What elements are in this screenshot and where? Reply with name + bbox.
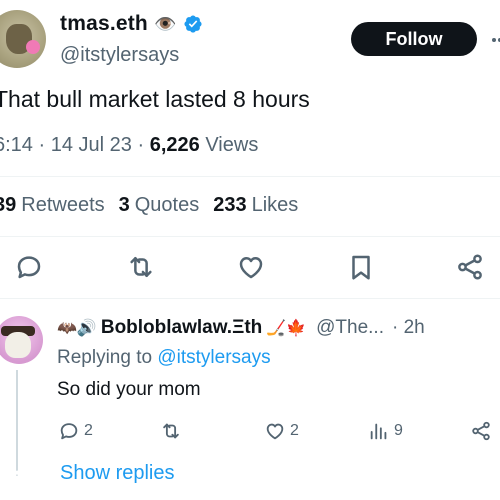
retweet-icon xyxy=(130,257,152,277)
meta-separator: · xyxy=(137,134,145,156)
views-count: 6,226 xyxy=(149,134,200,156)
reply-name-row[interactable]: 🦇🔊 Bobloblawlaw.Ξth 🏒🍁 @The... · 2h xyxy=(57,317,425,339)
quotes-label: Quotes xyxy=(134,194,200,216)
tweet-date[interactable]: 14 Jul 23 xyxy=(51,134,132,156)
retweets-label: Retweets xyxy=(21,194,105,216)
reply-views-button[interactable]: 9 xyxy=(368,420,403,442)
reply-action-bar: 2 2 9 xyxy=(0,418,500,446)
reply-time[interactable]: · 2h xyxy=(392,317,425,339)
likes-count: 233 xyxy=(213,194,247,216)
like-icon xyxy=(266,423,284,440)
replying-to-prefix: Replying to xyxy=(57,347,153,368)
bookmark-button[interactable] xyxy=(346,252,376,282)
reply-icon xyxy=(60,423,78,440)
tweet-meta: 6:14 · 14 Jul 23 · 6,226 Views xyxy=(0,134,258,157)
replying-to-handle[interactable]: @itstylersays xyxy=(157,347,270,368)
reply-tweet[interactable]: · · · 🦇🔊 Bobloblawlaw.Ξth 🏒🍁 @The... · 2h … xyxy=(0,300,500,500)
retweet-icon xyxy=(163,423,179,439)
share-button[interactable] xyxy=(455,252,485,282)
follow-button[interactable]: Follow xyxy=(351,22,477,56)
tweet-stats: 39Retweets 3Quotes 233Likes xyxy=(0,194,298,217)
share-icon xyxy=(458,254,482,280)
bat-speaker-emoji: 🦇🔊 xyxy=(57,320,97,337)
reply-icon xyxy=(17,256,41,279)
views-label: Views xyxy=(205,134,259,156)
tweet-time[interactable]: 6:14 xyxy=(0,134,33,156)
author-name-row[interactable]: tmas.eth 👁️ xyxy=(60,12,203,36)
reply-view-count: 9 xyxy=(394,422,403,439)
reply-retweet-button[interactable] xyxy=(160,420,182,442)
divider xyxy=(0,176,500,177)
avatar[interactable] xyxy=(0,10,46,68)
like-icon xyxy=(239,257,263,279)
reply-avatar[interactable] xyxy=(0,316,43,364)
replying-to: Replying to @itstylersays xyxy=(57,347,271,369)
reply-text: So did your mom xyxy=(57,379,201,400)
likes-label: Likes xyxy=(251,194,299,216)
quotes-count: 3 xyxy=(118,194,130,216)
reply-button[interactable] xyxy=(14,252,44,282)
author-display-name[interactable]: tmas.eth xyxy=(60,12,148,36)
reply-display-name[interactable]: Bobloblawlaw.Ξth xyxy=(101,317,262,339)
thread-dots: · · · xyxy=(14,456,20,482)
reply-share-button[interactable] xyxy=(470,420,492,442)
avatar-bubble xyxy=(26,40,40,54)
retweets-stat[interactable]: 39Retweets xyxy=(0,194,105,217)
tweet-text: That bull market lasted 8 hours xyxy=(0,86,310,112)
eyes-icon: 👁️ xyxy=(153,14,177,34)
author-handle[interactable]: @itstylersays xyxy=(60,44,179,67)
reply-like-button[interactable]: 2 xyxy=(264,420,299,442)
avatar-skull xyxy=(5,332,31,358)
divider xyxy=(0,298,500,299)
bookmark-icon xyxy=(352,255,370,280)
verified-badge-icon xyxy=(184,15,202,33)
reply-reply-button[interactable]: 2 xyxy=(58,420,93,442)
reply-count: 2 xyxy=(84,422,93,439)
likes-stat[interactable]: 233 Likes xyxy=(213,194,298,217)
quotes-stat[interactable]: 3 Quotes xyxy=(119,194,200,217)
retweet-button[interactable] xyxy=(126,252,156,282)
show-replies-link[interactable]: Show replies xyxy=(60,462,175,485)
tweet-header: tmas.eth 👁️ @itstylersays Follow xyxy=(0,0,500,80)
views-icon xyxy=(370,423,387,440)
retweets-count: 39 xyxy=(0,194,17,216)
share-icon xyxy=(472,421,490,441)
divider xyxy=(0,236,500,237)
like-button[interactable] xyxy=(236,252,266,282)
hockey-maple-emoji: 🏒🍁 xyxy=(266,320,307,337)
reply-handle[interactable]: @The... xyxy=(316,317,384,339)
tweet-action-bar xyxy=(0,248,500,288)
meta-separator: · xyxy=(38,134,46,156)
reply-like-count: 2 xyxy=(290,422,299,439)
more-icon[interactable] xyxy=(490,30,500,50)
